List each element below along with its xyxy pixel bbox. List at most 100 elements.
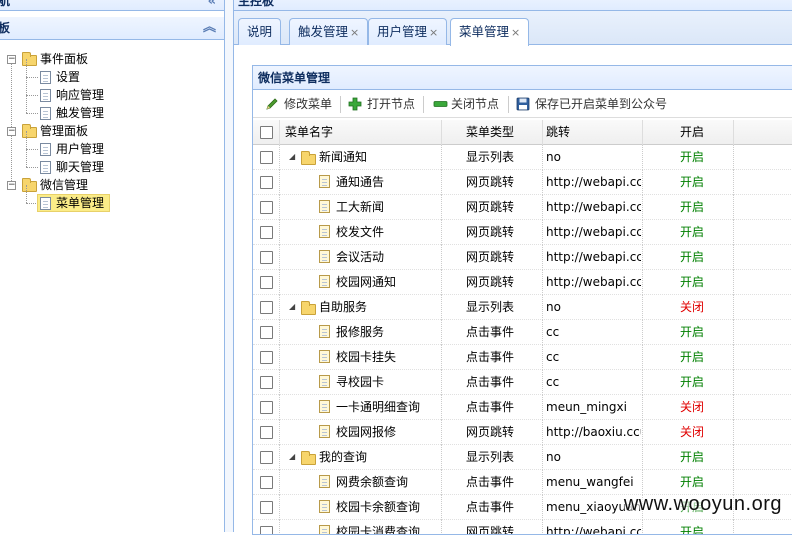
tree-page-node[interactable]: 设置	[0, 59, 224, 86]
column-divider[interactable]	[542, 120, 543, 145]
table-row[interactable]: 网费余额查询 点击事件 menu_wangfei 开启	[253, 470, 792, 495]
edit-menu-button[interactable]: 修改菜单	[265, 90, 332, 118]
column-header-jump: 跳转	[546, 125, 571, 139]
column-header-name: 菜单名字	[285, 125, 334, 139]
select-all-checkbox[interactable]	[260, 126, 273, 139]
row-checkbox[interactable]	[260, 451, 273, 464]
tree-node-label: 微信管理	[40, 178, 89, 192]
row-checkbox[interactable]	[260, 351, 273, 364]
tree-page-node[interactable]: 用户管理	[0, 131, 224, 158]
tab-close-icon[interactable]: ×	[511, 26, 520, 39]
table-row[interactable]: ◢ 新闻通知 显示列表 no 开启	[253, 145, 792, 170]
table-row[interactable]: ◢ 自助服务 显示列表 no 关闭	[253, 295, 792, 320]
cell-divider	[279, 195, 280, 220]
row-checkbox[interactable]	[260, 501, 273, 514]
collapse-up-icon[interactable]: ︽	[203, 17, 216, 39]
cell-divider	[542, 520, 543, 534]
cell-divider	[279, 495, 280, 520]
table-row[interactable]: 校园网报修 网页跳转 http://baoxiu.ccut.e 关闭	[253, 420, 792, 445]
menu-type: 显示列表	[466, 450, 515, 464]
menu-enabled-status: 开启	[680, 475, 705, 489]
row-checkbox[interactable]	[260, 301, 273, 314]
column-divider[interactable]	[279, 120, 280, 145]
row-checkbox[interactable]	[260, 401, 273, 414]
close-node-button[interactable]: 关闭节点	[432, 90, 499, 118]
tree-collapse-toggle-icon[interactable]: −	[7, 181, 16, 190]
tab-1[interactable]: 说明	[238, 18, 282, 45]
menu-type: 点击事件	[466, 325, 515, 339]
menu-jump: http://webapi.ccut.	[546, 175, 641, 189]
table-row[interactable]: 一卡通明细查询 点击事件 meun_mingxi 关闭	[253, 395, 792, 420]
tree-node-label: 菜单管理	[56, 196, 105, 210]
row-checkbox[interactable]	[260, 476, 273, 489]
collapse-left-icon[interactable]: «	[208, 0, 216, 10]
folder-icon	[22, 124, 37, 138]
tree-page-node[interactable]: 聊天管理	[0, 149, 224, 176]
table-row[interactable]: 通知通告 网页跳转 http://webapi.ccut. 开启	[253, 170, 792, 195]
row-checkbox[interactable]	[260, 251, 273, 264]
save-menu-button[interactable]: 保存已开启菜单到公众号	[516, 90, 667, 118]
column-divider[interactable]	[441, 120, 442, 145]
menu-jump: no	[546, 300, 561, 314]
menu-name: 校园卡挂失	[336, 350, 397, 364]
row-checkbox[interactable]	[260, 151, 273, 164]
tree-folder-node[interactable]: − 管理面板	[0, 122, 224, 140]
tree-collapse-toggle-icon[interactable]: −	[7, 127, 16, 136]
page-icon	[319, 275, 330, 288]
table-row[interactable]: 校发文件 网页跳转 http://webapi.ccut. 开启	[253, 220, 792, 245]
row-checkbox[interactable]	[260, 526, 273, 534]
tab-close-icon[interactable]: ×	[350, 26, 359, 39]
cell-divider	[441, 420, 442, 445]
column-divider[interactable]	[733, 120, 734, 145]
table-row[interactable]: 工大新闻 网页跳转 http://webapi.ccut. 开启	[253, 195, 792, 220]
tree-collapse-toggle-icon[interactable]: −	[7, 55, 16, 64]
menu-enabled-status: 开启	[680, 525, 705, 535]
tree-page-node[interactable]: 响应管理	[0, 77, 224, 104]
page-icon	[319, 425, 330, 438]
tab-close-icon[interactable]: ×	[429, 26, 438, 39]
cell-divider	[441, 520, 442, 534]
expand-collapse-icon[interactable]: ◢	[289, 445, 295, 469]
menu-name: 一卡通明细查询	[336, 400, 421, 414]
expand-collapse-icon[interactable]: ◢	[289, 295, 295, 319]
table-row[interactable]: 会议活动 网页跳转 http://webapi.ccut. 开启	[253, 245, 792, 270]
tree-connector-line	[26, 95, 27, 113]
open-node-button[interactable]: 打开节点	[348, 90, 415, 118]
column-divider[interactable]	[642, 120, 643, 145]
row-checkbox[interactable]	[260, 376, 273, 389]
cell-divider	[642, 320, 643, 345]
table-row[interactable]: 校园卡挂失 点击事件 cc 开启	[253, 345, 792, 370]
panel-accordion-header[interactable]: 面板 ︽	[0, 17, 224, 40]
folder-icon	[22, 178, 37, 192]
cell-divider	[441, 345, 442, 370]
expand-collapse-icon[interactable]: ◢	[289, 145, 295, 169]
row-checkbox[interactable]	[260, 326, 273, 339]
table-row[interactable]: 报修服务 点击事件 cc 开启	[253, 320, 792, 345]
row-checkbox[interactable]	[260, 176, 273, 189]
menu-type: 显示列表	[466, 300, 515, 314]
tree-page-node[interactable]: 触发管理	[0, 95, 224, 122]
cell-divider	[542, 345, 543, 370]
table-row[interactable]: 寻校园卡 点击事件 cc 开启	[253, 370, 792, 395]
cell-divider	[279, 445, 280, 470]
tab-4[interactable]: 菜单管理 ×	[450, 18, 530, 46]
tab-3[interactable]: 用户管理 ×	[368, 18, 448, 45]
table-row[interactable]: ◢ 我的查询 显示列表 no 开启	[253, 445, 792, 470]
split-divider[interactable]	[224, 0, 234, 532]
tree-page-node[interactable]: 菜单管理	[0, 185, 224, 212]
table-row[interactable]: 校园网通知 网页跳转 http://webapi.ccut. 开启	[253, 270, 792, 295]
tree-folder-node[interactable]: − 微信管理	[0, 176, 224, 194]
cell-divider	[279, 470, 280, 495]
row-checkbox[interactable]	[260, 226, 273, 239]
cell-divider	[542, 420, 543, 445]
table-row[interactable]: 校园卡消费查询 网页跳转 http://webapi.ccut. 开启	[253, 520, 792, 535]
folder-icon	[301, 451, 316, 465]
tab-2[interactable]: 触发管理 ×	[289, 18, 369, 45]
page-icon	[319, 400, 330, 413]
tree-folder-node[interactable]: − 事件面板	[0, 50, 224, 68]
row-checkbox[interactable]	[260, 201, 273, 214]
row-checkbox[interactable]	[260, 426, 273, 439]
row-checkbox[interactable]	[260, 276, 273, 289]
cell-divider	[542, 170, 543, 195]
tree-node-label: 事件面板	[40, 52, 89, 66]
